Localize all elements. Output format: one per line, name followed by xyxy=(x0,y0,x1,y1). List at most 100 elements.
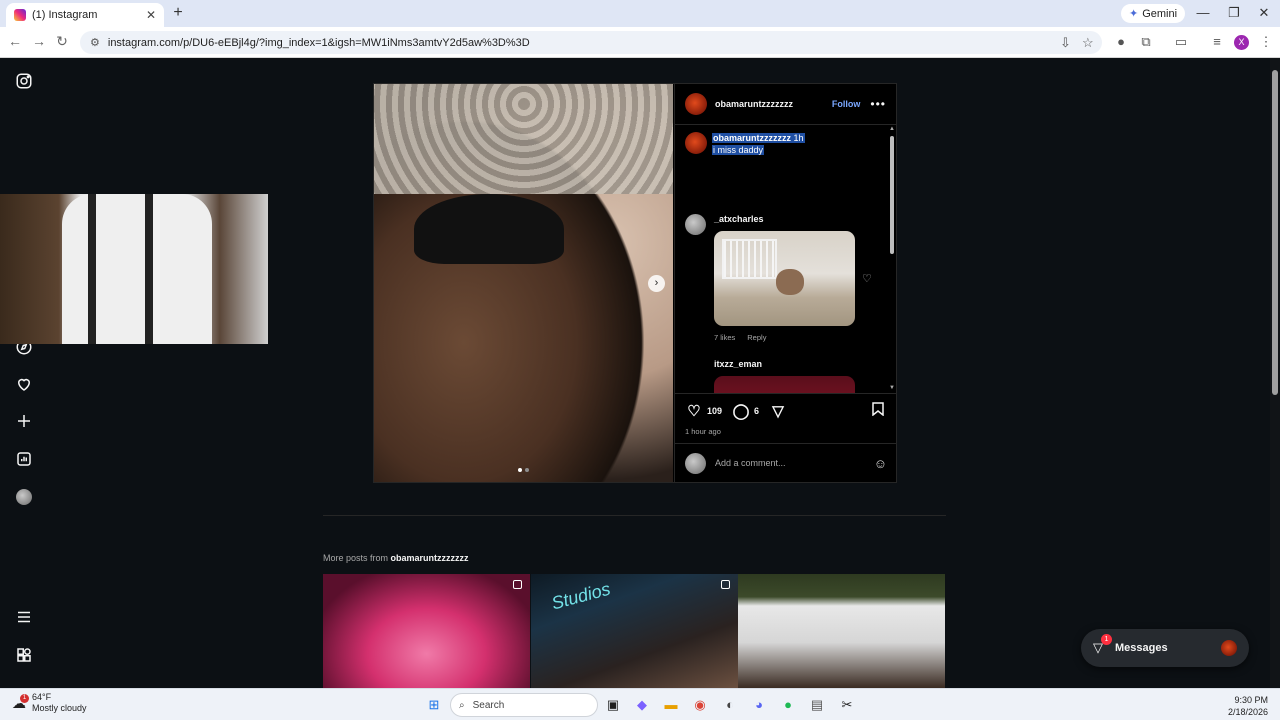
emoji-icon[interactable]: ☺ xyxy=(874,456,887,471)
site-info-icon[interactable]: ⚙ xyxy=(90,36,100,49)
extension-icon[interactable]: ● xyxy=(1113,34,1129,49)
comment-username[interactable]: itxzz_eman xyxy=(714,359,855,369)
chrome-menu-icon[interactable]: ⋮ xyxy=(1258,34,1274,50)
profile-avatar[interactable] xyxy=(14,487,34,507)
carousel-dot xyxy=(518,468,522,472)
media-controls-icon[interactable]: ≡ xyxy=(1209,34,1225,49)
tab-instagram[interactable]: (1) Instagram ✕ xyxy=(6,3,164,27)
page-scrollbar[interactable] xyxy=(1270,58,1280,688)
video-content xyxy=(62,194,212,344)
follow-button[interactable]: Follow xyxy=(832,99,861,109)
comments-list[interactable]: obamaruntzzzzzzz 1h i miss daddy _atxcha… xyxy=(675,126,897,393)
save-icon[interactable] xyxy=(872,402,884,419)
dashboard-icon[interactable] xyxy=(14,450,34,470)
browser-toolbar: ← → ↻ ⚙ instagram.com/p/DU6-eEBjl4g/?img… xyxy=(0,27,1280,58)
messages-label: Messages xyxy=(1115,642,1168,654)
share-icon[interactable]: ▽ xyxy=(769,402,787,420)
like-count[interactable]: 109 xyxy=(707,406,722,416)
add-comment-bar: Add a comment... ☺ xyxy=(675,443,897,482)
carousel-indicator-icon xyxy=(721,580,730,589)
chrome-icon[interactable]: ◉ xyxy=(690,695,710,715)
caption: obamaruntzzzzzzz 1h i miss daddy xyxy=(685,132,805,156)
neon-sign-graphic: Studios xyxy=(549,578,613,614)
notepad-icon[interactable]: ▤ xyxy=(807,695,827,715)
comment-item: itxzz_eman xyxy=(685,359,855,393)
install-app-icon[interactable]: ⇩ xyxy=(1060,35,1071,51)
close-window-icon[interactable]: ✕ xyxy=(1256,5,1272,21)
caption-username[interactable]: obamaruntzzzzzzz xyxy=(713,133,791,143)
spotify-icon[interactable]: ● xyxy=(778,695,798,715)
address-bar[interactable]: ⚙ instagram.com/p/DU6-eEBjl4g/?img_index… xyxy=(80,31,1102,54)
instagram-icon[interactable] xyxy=(14,72,34,92)
gemini-sparkle-icon: ✦ xyxy=(1129,8,1139,20)
copilot-icon[interactable]: ◆ xyxy=(632,695,652,715)
post-actions: ♡ 109 ◯ 6 ▽ 1 hour ago xyxy=(675,393,897,443)
grid-post[interactable]: Studios xyxy=(531,574,738,688)
more-posts-heading: More posts from obamaruntzzzzzzz xyxy=(323,553,469,563)
forward-icon[interactable]: → xyxy=(30,33,48,49)
commenter-avatar[interactable] xyxy=(685,214,706,235)
restore-icon[interactable]: ❐ xyxy=(1226,5,1242,21)
scroll-thumb[interactable] xyxy=(890,136,894,254)
scroll-up-icon[interactable]: ▲ xyxy=(889,126,895,132)
menu-icon[interactable] xyxy=(14,608,34,628)
page-scroll-thumb[interactable] xyxy=(1272,70,1278,395)
next-image-button[interactable]: › xyxy=(648,275,665,292)
apps-icon[interactable] xyxy=(14,646,34,666)
puzzle-icon[interactable]: ⧉ xyxy=(1138,34,1154,50)
comments-scrollbar[interactable]: ▲ ▼ xyxy=(889,126,895,393)
minimize-icon[interactable]: — xyxy=(1195,5,1211,20)
tab-strip: (1) Instagram ✕ + ✦ Gemini — ❐ ✕ xyxy=(0,0,1280,27)
file-explorer-icon[interactable]: ▬ xyxy=(661,695,681,715)
more-options-icon[interactable]: ••• xyxy=(870,97,886,111)
comment-image[interactable] xyxy=(714,376,855,393)
caption-author-avatar[interactable] xyxy=(685,132,707,154)
caption-age: 1h xyxy=(793,133,804,143)
task-view-icon[interactable]: ▣ xyxy=(603,695,623,715)
video-overlay[interactable] xyxy=(0,194,268,344)
comment-icon[interactable]: ◯ xyxy=(732,402,750,420)
messages-avatar xyxy=(1221,640,1237,656)
capcut-icon[interactable]: ✂ xyxy=(837,695,857,715)
weather-widget[interactable]: ☁ 1 64°F Mostly cloudy xyxy=(12,692,87,714)
tab-title: (1) Instagram xyxy=(32,9,98,21)
gemini-label: Gemini xyxy=(1142,7,1178,20)
like-icon[interactable]: ♡ xyxy=(685,402,703,420)
profile-avatar-chrome[interactable]: X xyxy=(1234,35,1249,50)
grid-post[interactable] xyxy=(323,574,530,688)
cloud-icon: ☁ 1 xyxy=(12,693,29,710)
more-posts-user[interactable]: obamaruntzzzzzzz xyxy=(391,553,469,563)
reply-button[interactable]: Reply xyxy=(747,333,766,342)
bookmark-star-icon[interactable]: ☆ xyxy=(1082,35,1094,51)
comment-username[interactable]: _atxcharles xyxy=(714,214,855,224)
weather-condition: Mostly cloudy xyxy=(32,703,87,713)
commenter-avatar[interactable] xyxy=(685,359,706,380)
post-media[interactable]: › xyxy=(374,84,673,482)
gemini-button[interactable]: ✦ Gemini xyxy=(1121,4,1186,23)
back-icon[interactable]: ← xyxy=(6,33,24,49)
new-tab-button[interactable]: + xyxy=(170,4,186,22)
comment-input[interactable]: Add a comment... xyxy=(715,458,874,468)
post-time: 1 hour ago xyxy=(685,427,721,436)
system-clock[interactable]: 9:30 PM 2/18/2026 xyxy=(1228,694,1268,718)
post-header: obamaruntzzzzzzz Follow ••• xyxy=(675,84,896,125)
comment-likes[interactable]: 7 likes xyxy=(714,333,735,342)
reload-icon[interactable]: ↻ xyxy=(53,33,71,50)
close-tab-icon[interactable]: ✕ xyxy=(146,8,156,22)
author-username[interactable]: obamaruntzzzzzzz xyxy=(715,99,832,109)
comment-image[interactable] xyxy=(714,231,855,326)
heart-icon[interactable] xyxy=(14,375,34,395)
messages-button[interactable]: ▽ 1 Messages xyxy=(1081,629,1249,667)
clock-date: 2/18/2026 xyxy=(1227,707,1268,717)
app-icon[interactable]: ◐ xyxy=(720,695,740,715)
discord-icon[interactable]: ◕ xyxy=(749,695,769,715)
scroll-down-icon[interactable]: ▼ xyxy=(889,385,895,391)
cast-icon[interactable]: ▭ xyxy=(1173,34,1189,50)
like-comment-icon[interactable]: ♡ xyxy=(862,272,872,285)
grid-post[interactable] xyxy=(738,574,945,688)
create-icon[interactable] xyxy=(14,412,34,432)
author-avatar[interactable] xyxy=(685,93,707,115)
windows-start-icon[interactable]: ⊞ xyxy=(424,695,444,715)
taskbar-search[interactable]: ⌕ Search xyxy=(450,693,598,717)
section-divider xyxy=(323,515,946,516)
